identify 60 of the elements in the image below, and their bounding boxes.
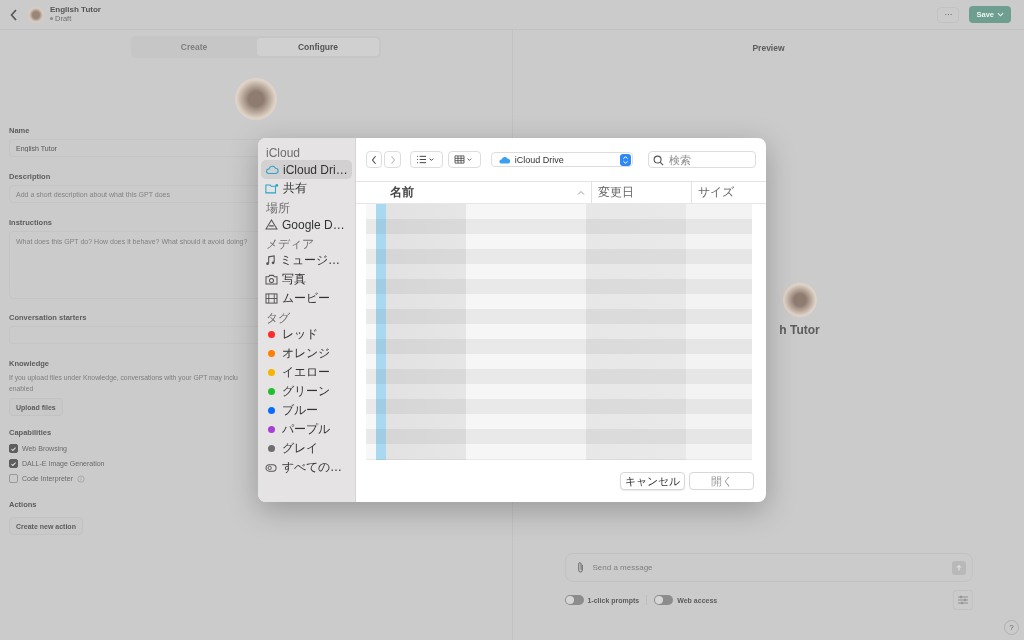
back-button[interactable]	[366, 151, 383, 168]
column-header[interactable]: 変更日	[592, 182, 692, 203]
camera-icon	[265, 274, 278, 285]
back-chevron-icon[interactable]	[10, 8, 18, 21]
sidebar-item[interactable]: グレイ	[261, 439, 352, 458]
settings-sliders-icon[interactable]	[952, 590, 973, 610]
sidebar-heading: タグ	[265, 311, 291, 325]
sidebar-item[interactable]: オレンジ	[261, 344, 352, 363]
paperclip-icon[interactable]	[575, 561, 585, 574]
info-icon[interactable]	[77, 474, 85, 483]
avatar-drawing	[235, 78, 277, 120]
stepper-icon	[620, 153, 631, 166]
search-icon	[653, 155, 664, 166]
sidebar-item[interactable]: 写真	[261, 270, 352, 289]
sidebar-item[interactable]: レッド	[261, 325, 352, 344]
sidebar-item[interactable]: すべての…	[261, 458, 352, 477]
checkbox[interactable]	[9, 474, 18, 483]
gpt-name: h Tutor	[779, 323, 820, 337]
film-icon	[265, 293, 278, 304]
column-header[interactable]: サイズ	[692, 182, 766, 203]
preview-title: Preview	[752, 43, 785, 53]
location-popup[interactable]: iCloud Drive	[490, 152, 633, 167]
sidebar-item[interactable]: ミュージ…	[261, 251, 352, 270]
shared-folder-icon	[265, 183, 279, 194]
sidebar-heading: メディア	[265, 237, 315, 251]
tags-icon	[265, 462, 278, 473]
chevron-down-icon	[997, 12, 1004, 17]
avatar-drawing	[782, 283, 817, 317]
arrow-up-icon	[954, 563, 963, 572]
music-note-icon	[265, 255, 276, 266]
gpt-title: English Tutor	[50, 5, 101, 15]
cloud-icon	[265, 164, 279, 175]
list-view-button[interactable]	[409, 151, 443, 168]
toggle-switch[interactable]	[564, 595, 584, 605]
toggle-switch[interactable]	[654, 595, 674, 605]
sidebar-item[interactable]: パープル	[261, 420, 352, 439]
send-button[interactable]	[951, 560, 966, 575]
forward-button[interactable]	[384, 151, 401, 168]
column-header[interactable]: 名前	[356, 182, 592, 203]
avatar-drawing	[28, 6, 44, 23]
more-button[interactable]: ···	[937, 6, 960, 23]
sidebar-item[interactable]: グリーン	[261, 382, 352, 401]
cloud-icon	[497, 155, 511, 164]
sidebar-item[interactable]: ブルー	[261, 401, 352, 420]
chevron-left-icon	[371, 154, 378, 165]
dialog-button[interactable]: キャンセル	[620, 472, 685, 490]
status-dot-icon	[50, 17, 53, 21]
drive-icon	[265, 219, 278, 230]
tab[interactable]: Configure	[257, 38, 379, 56]
search-field[interactable]: 検索	[648, 151, 756, 168]
checkbox[interactable]	[9, 444, 18, 453]
grid-view-button[interactable]	[447, 151, 481, 168]
message-placeholder: Send a message	[592, 563, 653, 572]
sidebar-item[interactable]: iCloud Dri…	[261, 160, 352, 179]
sidebar-item[interactable]: Google D…	[261, 215, 352, 234]
sidebar-heading: 場所	[265, 201, 291, 215]
chevron-right-icon	[389, 154, 396, 165]
sidebar-item[interactable]: イエロー	[261, 363, 352, 382]
checkbox[interactable]	[9, 459, 18, 468]
sidebar-heading: iCloud	[265, 146, 302, 160]
